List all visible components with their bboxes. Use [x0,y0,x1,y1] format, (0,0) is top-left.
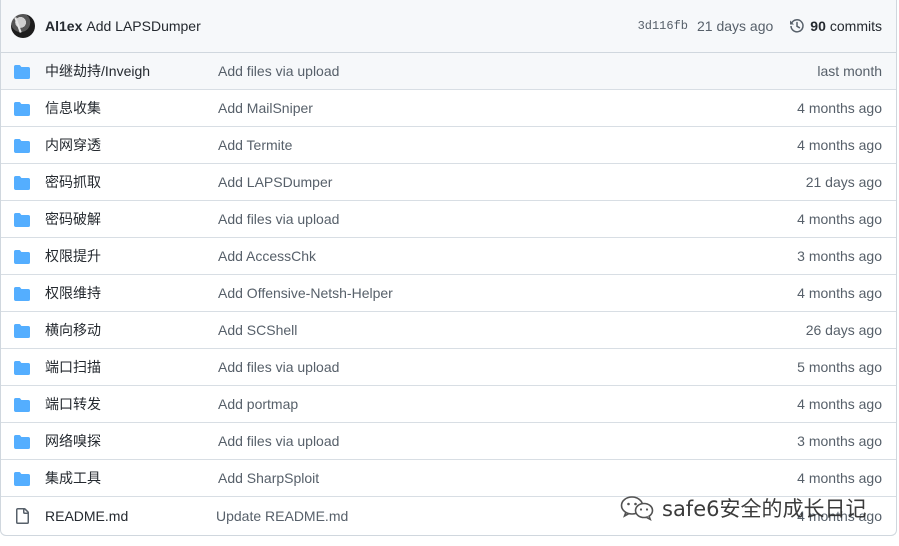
commit-message-link[interactable]: Add LAPSDumper [218,174,332,190]
file-name-link[interactable]: 网络嗅探 [45,431,101,451]
file-row[interactable]: 密码抓取 Add LAPSDumper 21 days ago [1,164,896,201]
commit-message-link[interactable]: Add Termite [218,137,292,153]
avatar[interactable] [11,14,35,38]
folder-icon [14,249,30,265]
file-row[interactable]: 集成工具 Add SharpSploit 4 months ago [1,460,896,497]
file-row[interactable]: 横向移动 Add SCShell 26 days ago [1,312,896,349]
file-row[interactable]: 中继劫持/Inveigh Add files via upload last mon… [1,53,896,90]
commit-age: 3 months ago [797,433,882,449]
commit-message-link[interactable]: Add files via upload [218,433,339,449]
file-name-link[interactable]: 内网穿透 [45,135,101,155]
commit-message-link[interactable]: Add files via upload [218,359,339,375]
file-name-link[interactable]: 端口扫描 [45,357,101,377]
file-row[interactable]: 端口扫描 Add files via upload 5 months ago [1,349,896,386]
commit-message-link[interactable]: Add SharpSploit [218,470,319,486]
file-navigation-box: Al1ex Add LAPSDumper 3d116fb 21 days ago… [0,0,897,536]
file-name-link[interactable]: 权限提升 [45,246,101,266]
file-row[interactable]: 权限提升 Add AccessChk 3 months ago [1,238,896,275]
commit-message[interactable]: Add LAPSDumper [86,18,200,34]
folder-icon [14,138,30,154]
commit-message-link[interactable]: Add Offensive-Netsh-Helper [218,285,393,301]
commit-message-link[interactable]: Add SCShell [218,322,297,338]
commit-age: last month [817,63,882,79]
file-row[interactable]: 信息收集 Add MailSniper 4 months ago [1,90,896,127]
file-row[interactable]: 权限维持 Add Offensive-Netsh-Helper 4 months a… [1,275,896,312]
commit-age: 3 months ago [797,248,882,264]
file-name-link[interactable]: 密码破解 [45,209,101,229]
file-row[interactable]: README.md Update README.md 4 months ago [1,497,896,534]
commit-age: 4 months ago [797,137,882,153]
commit-message-link[interactable]: Add files via upload [218,63,339,79]
history-icon [790,19,805,33]
file-list: 中继劫持/Inveigh Add files via upload last mon… [1,53,896,534]
commits-history-link[interactable]: 90 commits [789,18,882,34]
folder-icon [14,64,30,80]
file-name-link[interactable]: 权限维持 [45,283,101,303]
commit-age: 4 months ago [797,396,882,412]
file-icon [14,508,30,524]
folder-icon [14,434,30,450]
folder-icon [14,212,30,228]
commit-message-link[interactable]: Add AccessChk [218,248,316,264]
commit-age[interactable]: 21 days ago [697,18,773,34]
commit-age: 4 months ago [797,507,882,524]
folder-icon [14,101,30,117]
commit-message-link[interactable]: Update README.md [216,508,348,524]
file-row[interactable]: 内网穿透 Add Termite 4 months ago [1,127,896,164]
folder-icon [14,397,30,413]
file-name-link[interactable]: 端口转发 [45,394,101,414]
file-name-link[interactable]: 横向移动 [45,320,101,340]
commit-age: 4 months ago [797,100,882,116]
commit-age: 4 months ago [797,285,882,301]
file-row[interactable]: 密码破解 Add files via upload 4 months ago [1,201,896,238]
commit-age: 5 months ago [797,359,882,375]
file-name-link[interactable]: 中继劫持/Inveigh [45,61,150,81]
file-row[interactable]: 端口转发 Add portmap 4 months ago [1,386,896,423]
file-name-link[interactable]: 密码抓取 [45,172,101,192]
folder-icon [14,471,30,487]
file-name-link[interactable]: 信息收集 [45,98,101,118]
folder-icon [14,360,30,376]
commit-age: 4 months ago [797,211,882,227]
commit-message-link[interactable]: Add portmap [218,396,298,412]
commit-author[interactable]: Al1ex [45,18,82,34]
commit-message-link[interactable]: Add MailSniper [218,100,313,116]
commit-age: 21 days ago [805,174,882,190]
commit-age: 4 months ago [797,470,882,486]
folder-icon [14,286,30,302]
commits-label: commits [829,18,882,34]
commit-message-link[interactable]: Add files via upload [218,211,339,227]
folder-icon [14,175,30,191]
folder-icon [14,323,30,339]
latest-commit-bar: Al1ex Add LAPSDumper 3d116fb 21 days ago… [1,0,896,53]
commit-count: 90 [810,18,826,34]
file-name-link[interactable]: 集成工具 [45,468,101,488]
commit-age: 26 days ago [805,322,882,338]
file-row[interactable]: 网络嗅探 Add files via upload 3 months ago [1,423,896,460]
commit-sha[interactable]: 3d116fb [638,19,688,33]
file-name-link[interactable]: README.md [45,508,128,524]
